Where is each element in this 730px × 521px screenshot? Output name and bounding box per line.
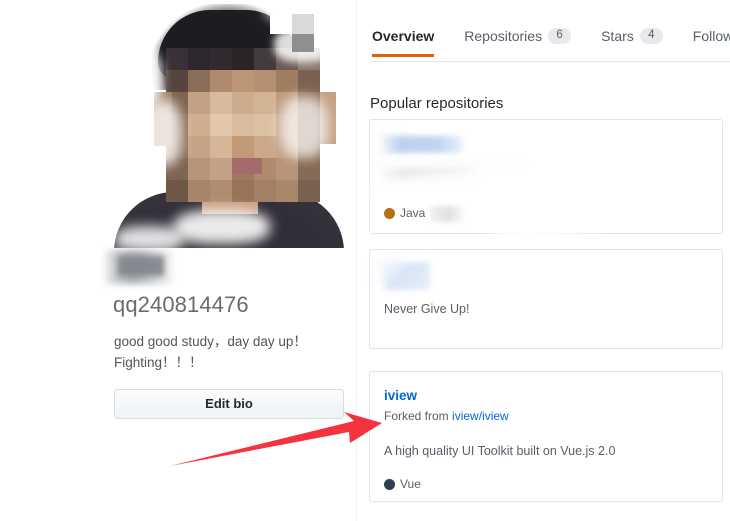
avatar-image: [114, 0, 344, 248]
repo-1-description-redacted-halo: [374, 158, 524, 168]
profile-bio-line-1: good good study，day day up！: [114, 334, 307, 349]
profile-login: qq240814476: [113, 292, 249, 317]
repo-card-1[interactable]: Java: [363, 119, 723, 257]
repo-2-name-redacted: [384, 262, 430, 290]
profile-tabnav: Overview Repositories 6 Stars 4 Follower: [358, 0, 730, 63]
column-divider: [356, 0, 357, 521]
repo-1-language: Java: [384, 206, 425, 220]
profile-bio-line-2: Fighting！！！: [114, 355, 203, 370]
repo-3-forked-from-link[interactable]: iview/iview: [452, 409, 509, 423]
profile-sidebar: qq240814476 good good study，day day up！ …: [0, 0, 358, 521]
tab-overview[interactable]: Overview: [372, 28, 435, 57]
tab-label: Overview: [372, 28, 435, 44]
tab-counter-badge: 4: [639, 28, 663, 44]
tab-label: Repositories: [464, 28, 543, 44]
tab-counter-badge: 6: [548, 28, 572, 44]
repo-3-forked-from: Forked from iview/iview: [384, 409, 509, 423]
repo-1-name-redacted: [384, 136, 462, 153]
profile-bio: good good study，day day up！ Fighting！！！: [114, 331, 354, 373]
tab-stars[interactable]: Stars 4: [601, 28, 663, 57]
language-color-dot-icon: [384, 207, 395, 219]
profile-main-content: Overview Repositories 6 Stars 4 Follower Popu…: [358, 0, 730, 521]
display-name-redacted-inner: [118, 256, 164, 276]
tabnav-rule: [370, 61, 730, 62]
redaction-smudge-2: [487, 193, 613, 257]
tab-list: Overview Repositories 6 Stars 4 Follower: [372, 28, 730, 57]
repo-1-meta-redacted: [430, 206, 464, 222]
tab-repositories[interactable]: Repositories 6: [464, 28, 572, 57]
tab-active-underline: [372, 54, 435, 57]
popular-repositories-heading: Popular repositories: [370, 95, 504, 112]
tab-label: Follower: [692, 28, 730, 44]
tab-follower[interactable]: Follower: [693, 28, 730, 57]
tab-label: Stars: [601, 28, 634, 44]
edit-bio-button[interactable]: Edit bio: [114, 389, 344, 419]
language-color-dot-icon: [384, 478, 395, 490]
repo-1-language-label: Java: [400, 206, 426, 220]
repo-3-language: Vue: [384, 477, 421, 491]
avatar[interactable]: [114, 0, 344, 248]
repo-3-language-label: Vue: [400, 477, 421, 491]
repo-card-iview[interactable]: iview Forked from iview/iview A high qua…: [369, 371, 723, 502]
repo-2-description: Never Give Up!: [384, 302, 470, 316]
repo-3-name-link[interactable]: iview: [384, 388, 417, 403]
repo-card-2[interactable]: Never Give Up!: [369, 249, 723, 349]
repo-3-description: A high quality UI Toolkit built on Vue.j…: [384, 444, 616, 458]
repo-3-forked-from-label: Forked from: [384, 409, 449, 423]
